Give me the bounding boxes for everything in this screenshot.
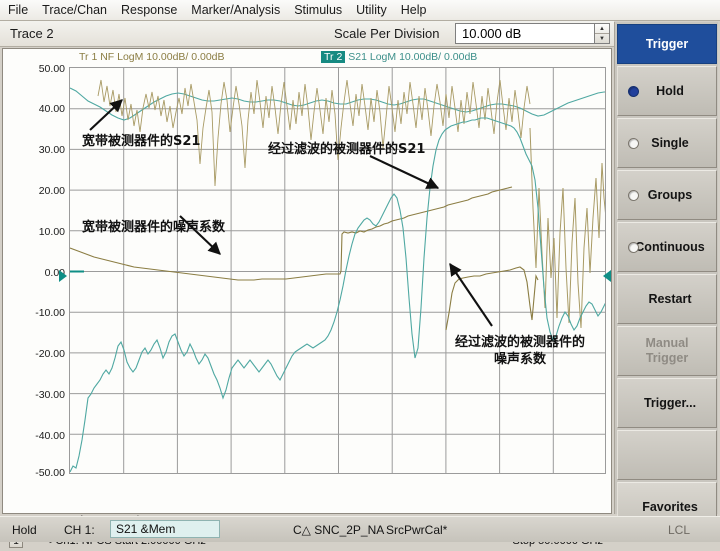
status-lcl: LCL: [668, 523, 690, 537]
softkey-continuous[interactable]: Continuous: [617, 222, 717, 272]
status-cal-state[interactable]: C△ SNC_2P_NA: [293, 523, 384, 537]
stepper-up-icon[interactable]: ▲: [595, 24, 609, 34]
left-reference-marker-icon[interactable]: [59, 270, 67, 282]
y-tick-n30: -30.00: [7, 389, 65, 401]
trace2-legend-text: S21 LogM 10.00dB/ 0.00dB: [348, 51, 477, 63]
radio-unselected-icon: [628, 242, 639, 253]
y-tick-10: 10.00: [7, 226, 65, 238]
softkey-groups[interactable]: Groups: [617, 170, 717, 220]
softkey-hold-label: Hold: [656, 84, 684, 98]
softkey-single-label: Single: [651, 136, 689, 150]
graph-panel: Tr 1 NF LogM 10.00dB/ 0.00dB Tr 2S21 Log…: [2, 48, 612, 514]
menu-item-marker-analysis[interactable]: Marker/Analysis: [191, 3, 280, 17]
trace1-legend[interactable]: Tr 1 NF LogM 10.00dB/ 0.00dB: [79, 51, 225, 64]
radio-unselected-icon: [628, 138, 639, 149]
y-tick-n10: -10.00: [7, 307, 65, 319]
softkey-single[interactable]: Single: [617, 118, 717, 168]
softkey-empty[interactable]: [617, 430, 717, 480]
menu-item-file[interactable]: File: [8, 3, 28, 17]
y-tick-0: 0.00: [7, 267, 65, 279]
right-reference-marker-icon[interactable]: [603, 270, 611, 282]
y-tick-n20: -20.00: [7, 348, 65, 360]
y-tick-40: 40.00: [7, 103, 65, 115]
arrow-filtered-s21: [370, 156, 438, 188]
radio-unselected-icon: [628, 190, 639, 201]
arrow-filtered-nf: [450, 264, 492, 326]
radio-selected-icon: [628, 86, 639, 97]
softkey-favorites-label: Favorites: [642, 500, 698, 514]
plot-area[interactable]: 宽带被测器件的S21 经过滤波的被测器件的S21 宽带被测器件的噪声系数 经过滤…: [69, 67, 606, 474]
status-channel-value[interactable]: S21 &Mem: [110, 520, 220, 538]
trace2-legend[interactable]: Tr 2S21 LogM 10.00dB/ 0.00dB: [321, 51, 477, 64]
softkey-continuous-label: Continuous: [635, 240, 704, 254]
menu-item-help[interactable]: Help: [401, 3, 427, 17]
y-tick-n50: -50.00: [7, 467, 65, 479]
arrow-broadband-nf: [180, 216, 220, 254]
vna-application-window: File Trace/Chan Response Marker/Analysis…: [0, 0, 720, 542]
scale-per-division-label: Scale Per Division: [334, 26, 440, 41]
menu-item-response[interactable]: Response: [121, 3, 177, 17]
arrow-broadband-s21: [90, 100, 122, 130]
annotation-arrows: [70, 68, 606, 474]
softkey-hold[interactable]: Hold: [617, 66, 717, 116]
scale-per-division-input[interactable]: 10.000 dB: [455, 23, 595, 44]
status-trigger-state: Hold: [12, 523, 37, 537]
scale-toolbar: Trace 2 Scale Per Division 10.000 dB ▲ ▼: [0, 21, 614, 47]
trace2-tag[interactable]: Tr 2: [321, 51, 345, 63]
menu-item-trace-chan[interactable]: Trace/Chan: [42, 3, 107, 17]
y-tick-20: 20.00: [7, 185, 65, 197]
softkey-panel-title: Trigger: [617, 24, 717, 64]
menu-item-utility[interactable]: Utility: [356, 3, 387, 17]
softkey-manual-trigger-line2: Trigger: [646, 351, 688, 366]
y-tick-30: 30.00: [7, 144, 65, 156]
menu-item-stimulus[interactable]: Stimulus: [294, 3, 342, 17]
stepper-down-icon[interactable]: ▼: [595, 34, 609, 43]
softkey-trigger-dialog-label: Trigger...: [644, 396, 696, 410]
active-trace-label: Trace 2: [10, 26, 54, 41]
softkey-manual-trigger: Manual Trigger: [617, 326, 717, 376]
status-channel-label: CH 1:: [64, 523, 95, 537]
softkey-groups-label: Groups: [648, 188, 692, 202]
y-tick-n40: -40.00: [7, 430, 65, 442]
menu-bar: File Trace/Chan Response Marker/Analysis…: [0, 0, 720, 21]
status-bar: Hold CH 1: S21 &Mem C△ SNC_2P_NA SrcPwrC…: [0, 516, 720, 542]
scale-stepper[interactable]: ▲ ▼: [595, 23, 610, 44]
softkey-restart-label: Restart: [648, 292, 691, 306]
softkey-restart[interactable]: Restart: [617, 274, 717, 324]
softkey-panel: Trigger Hold Single Groups Continuous Re…: [614, 22, 718, 514]
softkey-manual-trigger-line1: Manual: [645, 336, 688, 351]
softkey-trigger-dialog[interactable]: Trigger...: [617, 378, 717, 428]
status-srcpwrcal[interactable]: SrcPwrCal*: [386, 523, 447, 537]
y-tick-50: 50.00: [7, 63, 65, 75]
